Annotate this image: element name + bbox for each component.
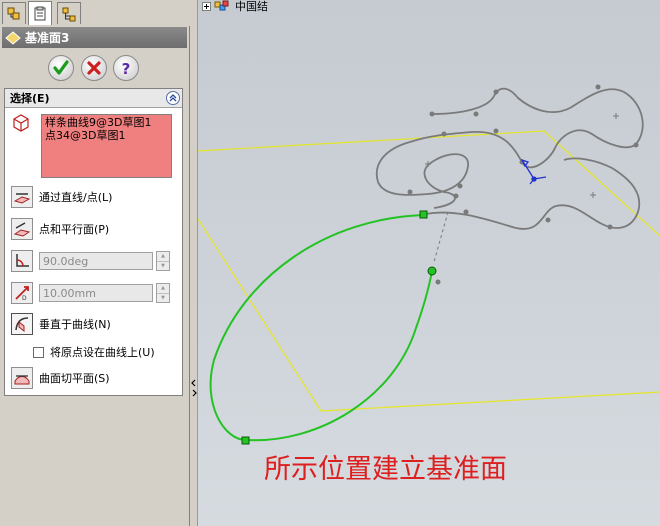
sketch-point (435, 279, 441, 285)
point-parallel-plane-label: 点和平行面(P) (39, 223, 110, 236)
sketch-point (441, 131, 447, 137)
manager-tab-strip (0, 0, 190, 26)
property-manager-title-bar: 基准面3 (2, 27, 187, 48)
origin-on-curve-checkbox[interactable] (33, 346, 44, 358)
center-mark (613, 113, 619, 119)
through-line-point-label: 通过直线/点(L) (39, 191, 113, 204)
sketch-point (493, 89, 499, 95)
tangent-to-surface-label: 曲面切平面(S) (39, 372, 110, 385)
normal-to-curve-button[interactable] (11, 313, 33, 335)
ok-button[interactable] (48, 55, 74, 81)
svg-text:D: D (22, 295, 27, 302)
tangent-to-surface-option[interactable]: 曲面切平面(S) (11, 367, 110, 389)
property-manager-tab-icon (34, 6, 46, 20)
point-parallel-plane-button[interactable] (11, 218, 33, 240)
sketch-point (473, 111, 479, 117)
distance-input[interactable] (39, 284, 153, 302)
plane-feature-icon (5, 30, 21, 45)
through-line-point-option[interactable]: 通过直线/点(L) (11, 186, 112, 208)
sketch-point (633, 142, 639, 148)
angle-spinner[interactable]: ▲ ▼ (156, 251, 170, 271)
graphics-area[interactable]: 中国结 所示位置建立基准面 (198, 0, 660, 526)
chevron-up-icon (169, 94, 177, 102)
reference-curve-bottom (425, 157, 641, 230)
svg-text:?: ? (122, 60, 131, 77)
offset-distance-icon: D (15, 286, 29, 302)
selection-list[interactable]: 样条曲线9@3D草图1 点34@3D草图1 (41, 114, 172, 178)
reference-sketch-curves (375, 87, 644, 263)
origin-on-curve-label: 将原点设在曲线上(U) (50, 346, 155, 359)
normal-to-curve-label: 垂直于曲线(N) (39, 318, 111, 331)
plane-preview-outline-lower (198, 218, 660, 412)
angle-icon (16, 254, 29, 267)
sketch-point (595, 84, 601, 90)
selection-group: 选择(E) 样条曲线9@3D草图1 点34@3D草图1 通过直线/点(L) 点和… (4, 88, 183, 396)
point-parallel-plane-option[interactable]: 点和平行面(P) (11, 218, 109, 240)
angle-input[interactable] (39, 252, 153, 270)
cancel-button[interactable] (81, 55, 107, 81)
sketch-point (493, 128, 499, 134)
angle-option[interactable]: ▲▼ (11, 250, 170, 272)
center-mark (590, 192, 596, 198)
panel-splitter[interactable] (190, 0, 198, 526)
sketch-point (407, 189, 413, 195)
selection-group-title: 选择(E) (10, 92, 50, 105)
page-title: 基准面3 (25, 31, 70, 45)
sketch-point (429, 111, 435, 117)
help-button[interactable]: ? (113, 55, 139, 81)
sketch-point (545, 217, 551, 223)
tangent-surface-icon (14, 375, 30, 385)
normal-to-curve-option[interactable]: 垂直于曲线(N) (11, 313, 111, 335)
spline-endpoint[interactable] (419, 210, 428, 219)
angle-button[interactable] (11, 250, 33, 272)
selected-point[interactable] (427, 266, 437, 276)
line-point-plane-icon (13, 193, 31, 204)
through-line-point-button[interactable] (11, 186, 33, 208)
tangent-to-surface-button[interactable] (11, 367, 33, 389)
list-item[interactable]: 样条曲线9@3D草图1 (45, 116, 168, 129)
feature-manager-tab-icon (7, 7, 20, 19)
reference-cube-icon (13, 114, 29, 132)
feature-manager-tab[interactable] (2, 2, 26, 24)
list-item[interactable]: 点34@3D草图1 (45, 129, 168, 142)
sketch-point (457, 183, 463, 189)
normal-to-curve-icon (15, 317, 29, 333)
cancel-icon (87, 61, 101, 75)
collapse-button[interactable] (166, 91, 180, 105)
configuration-manager-tab-icon (62, 7, 76, 21)
reference-tangent-dash (433, 211, 449, 263)
help-icon: ? (122, 60, 131, 77)
instruction-caption: 所示位置建立基准面 (264, 454, 507, 485)
property-manager-tab[interactable] (28, 1, 52, 25)
sketch-point (453, 193, 459, 199)
sketch-point (463, 209, 469, 215)
distance-spinner[interactable]: ▲ ▼ (156, 283, 170, 303)
property-manager-panel: 基准面3 ? 选择(E) 样条曲线9@3D草图1 点34@3D草图1 通过直线/… (0, 0, 190, 526)
splitter-grip-icon (191, 379, 197, 397)
configuration-manager-tab[interactable] (57, 2, 81, 24)
distance-option[interactable]: D ▲▼ (11, 282, 170, 304)
parallel-plane-icon (13, 222, 31, 237)
spline-endpoint[interactable] (241, 436, 250, 445)
sketch-point (607, 224, 613, 230)
origin-on-curve-option[interactable]: 将原点设在曲线上(U) (33, 344, 155, 360)
selection-group-header[interactable]: 选择(E) (5, 89, 182, 108)
center-marks (425, 113, 619, 198)
distance-button[interactable]: D (11, 282, 33, 304)
ok-icon (53, 60, 69, 75)
reference-curve-lower (375, 141, 469, 209)
